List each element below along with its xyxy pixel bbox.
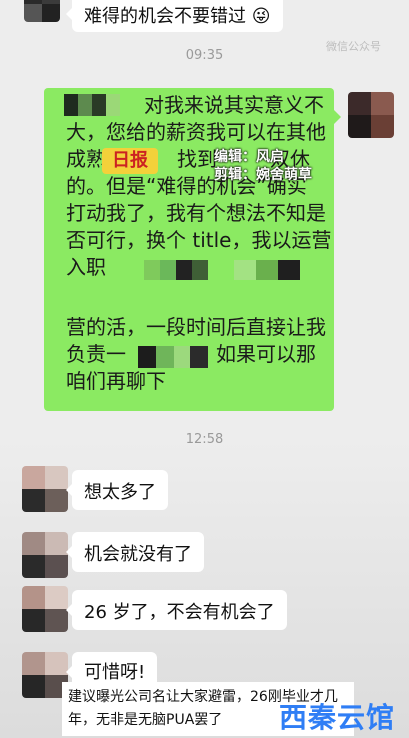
reply-bubble-2[interactable]: 机会就没有了 xyxy=(66,532,204,572)
contact-avatar-top[interactable] xyxy=(24,0,60,22)
contact-avatar-reply-3[interactable] xyxy=(22,586,68,632)
message-line-5: 打动我了，我有个想法不知是 xyxy=(66,201,326,225)
message-line-9b: 如果可以那 xyxy=(216,342,316,366)
timestamp-second: 12:58 xyxy=(185,432,224,447)
message-line-3a: 成熟 xyxy=(66,147,106,171)
message-line-8: 营的活，一段时间后直接让我 xyxy=(66,315,326,339)
message-line-10: 咱们再聊下 xyxy=(66,369,166,393)
message-line-3b: 找到 xyxy=(177,147,217,171)
source-watermark: 微信公众号 xyxy=(326,38,381,54)
reply-text-1: 想太多了 xyxy=(84,482,156,503)
editor-logo: 日报 xyxy=(102,148,158,174)
editor-credit-line: 编辑：风启 xyxy=(214,149,284,165)
self-avatar[interactable] xyxy=(348,92,394,138)
message-line-1: 对我来说其实意义不 xyxy=(144,93,324,117)
censor-mosaic-1 xyxy=(64,94,120,116)
top-message-text: 难得的机会不要错过 xyxy=(84,6,246,27)
reply-bubble-3[interactable]: 26 岁了，不会有机会了 xyxy=(66,590,287,630)
reply-text-4: 可惜呀! xyxy=(84,662,146,683)
source-watermark-text: 微信公众号 xyxy=(326,40,381,53)
contact-avatar-reply-1[interactable] xyxy=(22,466,68,512)
reply-bubble-1[interactable]: 想太多了 xyxy=(66,470,168,510)
cut-credit-line: 剪辑：婉舍萌草 xyxy=(214,167,312,183)
wink-emoji-icon: 😜 xyxy=(251,6,271,27)
message-line-2: 大，您给的薪资我可以在其他 xyxy=(66,120,326,144)
top-message-bubble[interactable]: 难得的机会不要错过 😜 xyxy=(66,0,283,32)
censor-mosaic-2 xyxy=(144,260,208,280)
message-line-9a: 负责一 xyxy=(66,342,126,366)
editor-logo-text: 日报 xyxy=(112,150,148,171)
message-line-7: 入职 xyxy=(66,255,106,279)
brand-watermark-text: 西秦云馆 xyxy=(278,701,395,734)
brand-watermark: 西秦云馆 xyxy=(279,696,395,736)
contact-avatar-reply-2[interactable] xyxy=(22,532,68,578)
reply-text-3: 26 岁了，不会有机会了 xyxy=(84,602,275,623)
censor-mosaic-3 xyxy=(234,260,300,280)
reply-text-2: 机会就没有了 xyxy=(84,544,192,565)
censor-mosaic-4 xyxy=(138,346,208,368)
editor-credit: 编辑：风启 剪辑：婉舍萌草 xyxy=(214,148,312,184)
sent-message-bubble[interactable]: 对我来说其实意义不 大，您给的薪资我可以在其他 成熟 找到 双休 的。但是“难得… xyxy=(44,88,341,411)
message-line-6: 否可行，换个 title，我以运营 xyxy=(66,228,332,252)
